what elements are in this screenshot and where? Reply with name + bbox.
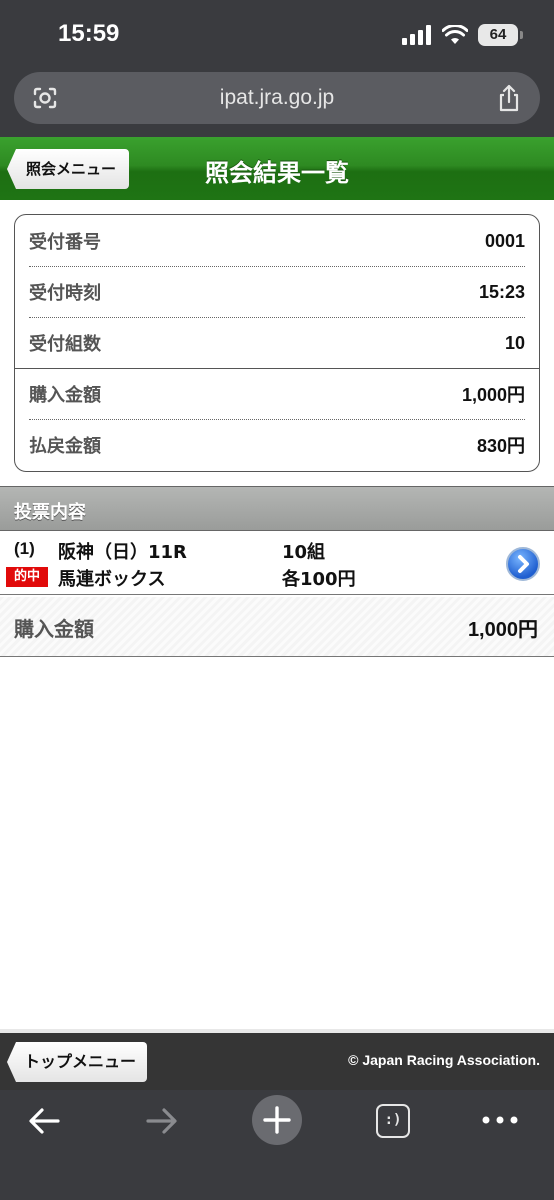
page-header: 照会メニュー 照会結果一覧	[0, 137, 554, 200]
browser-toolbar: :)	[0, 1090, 554, 1200]
hit-badge: 的中	[6, 567, 48, 587]
bet-count: 10組	[282, 542, 326, 563]
back-arrow-icon[interactable]	[24, 1104, 64, 1138]
new-tab-button[interactable]	[252, 1095, 302, 1145]
summary-row-payout-amount: 払戻金額 830円	[29, 420, 525, 470]
summary-row-combinations: 受付組数 10	[29, 318, 525, 368]
tab-switcher-button[interactable]: :)	[376, 1104, 410, 1138]
total-label: 購入金額	[14, 617, 94, 641]
total-row: 購入金額 1,000円	[0, 597, 554, 657]
share-icon[interactable]	[496, 84, 522, 112]
forward-arrow-icon[interactable]	[142, 1104, 182, 1138]
summary-value: 10	[504, 332, 525, 353]
summary-value: 830円	[476, 436, 525, 456]
top-menu-button[interactable]: トップメニュー	[7, 1042, 147, 1082]
copyright: © Japan Racing Association.	[348, 1052, 540, 1068]
plus-icon	[263, 1106, 291, 1134]
summary-row-receipt-time: 受付時刻 15:23	[29, 267, 525, 317]
footer: トップメニュー © Japan Racing Association.	[0, 1033, 554, 1090]
status-time: 15:59	[58, 20, 120, 47]
summary-label: 受付時刻	[29, 283, 101, 304]
browser-chrome-top: 15:59 64 ipat.jra.go.jp	[0, 0, 554, 137]
summary-row-purchase-amount: 購入金額 1,000円	[29, 369, 525, 419]
page-title: 照会結果一覧	[205, 159, 349, 187]
summary-value: 15:23	[478, 281, 525, 302]
bet-row[interactable]: (1) 的中 阪神（日）11R 馬連ボックス 10組 各100円	[0, 531, 554, 595]
summary-value: 0001	[484, 230, 525, 251]
section-title: 投票内容	[14, 502, 86, 523]
summary-label: 購入金額	[29, 385, 101, 406]
total-value: 1,000円	[467, 619, 538, 641]
summary-label: 受付番号	[29, 232, 101, 253]
summary-row-receipt-number: 受付番号 0001	[29, 216, 525, 266]
status-icons: 64	[402, 24, 523, 46]
summary-label: 受付組数	[29, 334, 101, 355]
signal-icon	[402, 25, 431, 45]
chevron-right-icon	[518, 555, 529, 573]
summary-label: 払戻金額	[29, 436, 101, 457]
wifi-icon	[442, 25, 468, 44]
bet-each-amount: 各100円	[282, 569, 356, 590]
battery-indicator: 64	[478, 24, 523, 46]
bet-type: 馬連ボックス	[58, 569, 166, 590]
bet-number: (1)	[14, 539, 35, 558]
section-header: 投票内容	[0, 486, 554, 531]
url-text[interactable]: ipat.jra.go.jp	[14, 86, 540, 110]
detail-arrow-button[interactable]	[506, 547, 540, 581]
url-bar[interactable]: ipat.jra.go.jp	[14, 72, 540, 124]
bet-venue: 阪神（日）11R	[58, 542, 187, 563]
summary-card: 受付番号 0001 受付時刻 15:23 受付組数 10 購入金額 1,000円…	[14, 214, 540, 472]
summary-value: 1,000円	[461, 385, 525, 405]
more-menu-icon[interactable]	[480, 1114, 520, 1126]
